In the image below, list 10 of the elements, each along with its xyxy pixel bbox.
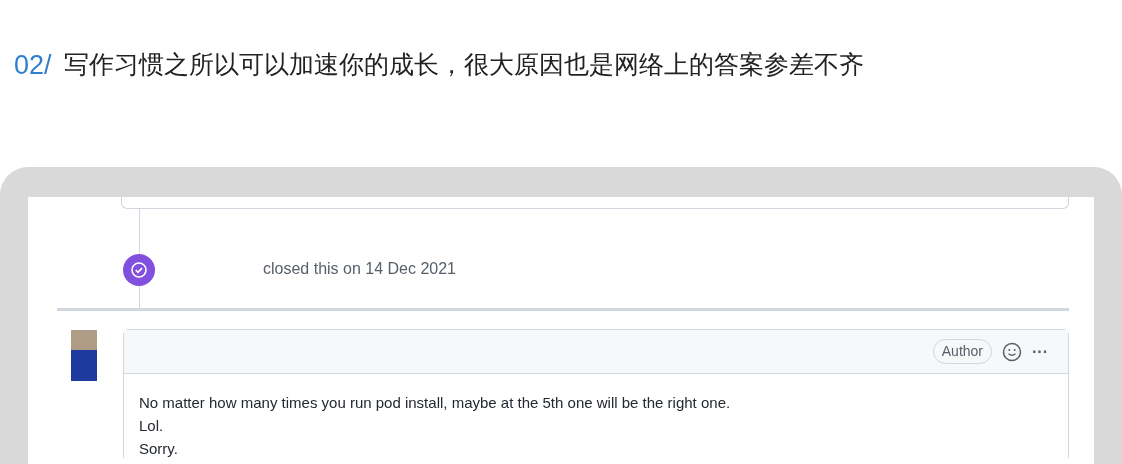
section-number: 02/: [14, 48, 52, 82]
avatar: [71, 330, 97, 381]
emoji-icon[interactable]: [1002, 341, 1022, 362]
comment-text: No matter how many times you run pod install, maybe at the 5th one will be the right one.: [139, 394, 732, 412]
closed-status-icon: [123, 254, 155, 286]
comment-text: Lol.: [139, 417, 165, 435]
comment-text: Sorry.: [139, 440, 179, 458]
heading: 写作习惯之所以可以加速你的成长，很大原因也是网络上的答案参差不齐: [63, 49, 864, 82]
event-text: closed this on 14 Dec 2021: [263, 258, 456, 279]
more-options-button[interactable]: ···: [1032, 343, 1048, 360]
